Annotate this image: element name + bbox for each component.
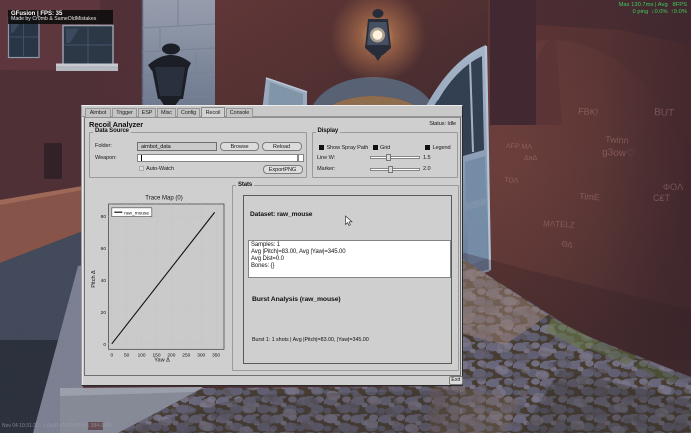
svg-text:100: 100 — [138, 353, 146, 359]
svg-text:Yaw Δ: Yaw Δ — [154, 358, 170, 364]
svg-text:0: 0 — [103, 342, 106, 348]
svg-text:300: 300 — [197, 353, 205, 359]
svg-text:raw_mouse: raw_mouse — [124, 210, 149, 216]
svg-text:60: 60 — [101, 246, 107, 252]
svg-text:Pitch Δ: Pitch Δ — [91, 270, 97, 288]
svg-text:Trace Map (0): Trace Map (0) — [145, 196, 182, 202]
svg-text:350: 350 — [212, 353, 220, 359]
svg-text:40: 40 — [101, 278, 107, 284]
svg-text:50: 50 — [124, 353, 130, 359]
svg-text:250: 250 — [182, 353, 190, 359]
svg-text:80: 80 — [101, 214, 107, 220]
svg-text:0: 0 — [110, 353, 113, 359]
svg-text:20: 20 — [101, 310, 107, 316]
